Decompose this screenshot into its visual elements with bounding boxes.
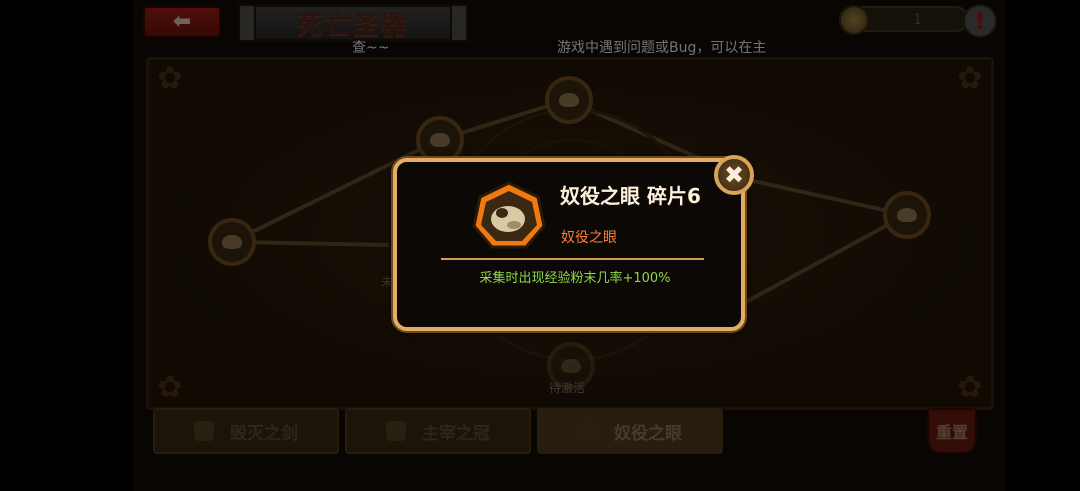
notice-text-right: 游戏中遇到问题或Bug，可以在主 (557, 40, 767, 56)
eye-icon (897, 208, 917, 222)
tab-enslaving-eye[interactable]: 奴役之眼 (537, 408, 723, 454)
node-caption: 待激活 (549, 381, 586, 395)
helmet-icon (839, 5, 869, 35)
skull-icon (561, 359, 581, 373)
item-title: 奴役之眼 碎片6 (560, 184, 701, 208)
close-icon: ✖ (723, 161, 745, 189)
relic-node[interactable] (416, 116, 464, 164)
corner-ornament-icon: ✿ (957, 61, 983, 96)
corner-ornament-icon: ✿ (157, 370, 183, 405)
node-caption: 未 (381, 275, 394, 289)
reset-button[interactable]: 重置 (927, 408, 977, 454)
alert-icon[interactable]: ! (963, 4, 997, 38)
tab-dominator-crown[interactable]: 主宰之冠 (345, 408, 531, 454)
crown-icon (386, 421, 406, 441)
eye-icon (578, 421, 598, 441)
relic-tabs: 毁灭之剑 主宰之冠 奴役之眼 (153, 408, 723, 454)
relic-node[interactable] (883, 191, 931, 239)
corner-ornament-icon: ✿ (157, 61, 183, 96)
tab-destruction-sword[interactable]: 毁灭之剑 (153, 408, 339, 454)
token-counter: 1 (839, 5, 969, 35)
page-title: 死亡圣器 (296, 10, 409, 41)
sword-icon (194, 421, 214, 441)
notice-text-left: 查~~ (352, 40, 390, 56)
divider (441, 258, 704, 260)
eye-icon (430, 133, 450, 147)
counter-value: 1 (913, 12, 922, 28)
item-effect: 采集时出现经验粉末几率+100% (479, 271, 671, 286)
scrolling-notice: 查~~ 游戏中遇到问题或Bug，可以在主 (133, 37, 1005, 57)
close-button[interactable]: ✖ (714, 155, 754, 195)
left-arrow-icon: ⬅ (172, 9, 192, 34)
item-subtitle: 奴役之眼 (561, 230, 617, 246)
skull-icon (222, 235, 242, 249)
relic-node[interactable] (545, 76, 593, 124)
eye-fragment-icon (472, 181, 546, 249)
skull-icon (559, 93, 579, 107)
corner-ornament-icon: ✿ (957, 370, 983, 405)
back-button[interactable]: ⬅ (143, 6, 221, 38)
relic-node[interactable] (208, 218, 256, 266)
